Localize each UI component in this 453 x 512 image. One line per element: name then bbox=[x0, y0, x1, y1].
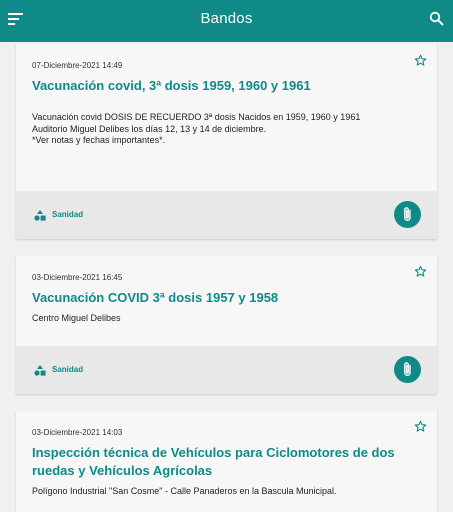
card-description: Vacunación covid DOSIS DE RECUERDO 3ª do… bbox=[32, 112, 397, 147]
category-shapes-icon bbox=[34, 210, 46, 221]
search-icon[interactable] bbox=[429, 11, 444, 26]
card-title-line: ruedas y Vehículos Agrícolas bbox=[32, 463, 213, 478]
description-line: Auditorio Miguel Delibes los días 12, 13… bbox=[32, 123, 267, 134]
paperclip-icon bbox=[404, 207, 411, 221]
card-date: 07-Diciembre-2021 14:49 bbox=[32, 61, 123, 70]
description-line: Vacunación covid DOSIS DE RECUERDO 3ª do… bbox=[32, 112, 361, 122]
paperclip-icon bbox=[404, 362, 411, 376]
card-description: Centro Miguel Delibes bbox=[32, 313, 397, 325]
star-outline-icon[interactable] bbox=[414, 420, 427, 433]
bando-card[interactable]: 07-Diciembre-2021 14:49 Vacunación covid… bbox=[16, 44, 437, 239]
category-label: Sanidad bbox=[52, 210, 84, 219]
bando-card[interactable]: 03-Diciembre-2021 16:45 Vacunación COVID… bbox=[16, 256, 437, 394]
star-outline-icon[interactable] bbox=[414, 265, 427, 278]
card-description: Polígono Industrial "San Cosme" - Calle … bbox=[32, 486, 397, 498]
card-date: 03-Diciembre-2021 16:45 bbox=[32, 273, 123, 282]
description-line: Centro Miguel Delibes bbox=[32, 313, 121, 323]
card-footer: Sanidad bbox=[16, 191, 437, 239]
bando-card[interactable]: 03-Diciembre-2021 14:03 Inspección técni… bbox=[16, 411, 437, 512]
card-title[interactable]: Vacunación COVID 3ª dosis 1957 y 1958 bbox=[32, 289, 397, 307]
attachment-button[interactable] bbox=[394, 356, 421, 383]
card-footer: Sanidad bbox=[16, 346, 437, 394]
card-title[interactable]: Inspección técnica de Vehículos para Cic… bbox=[32, 444, 397, 480]
description-line: *Ver notas y fechas importantes*. bbox=[32, 135, 166, 145]
card-title[interactable]: Vacunación covid, 3ª dosis 1959, 1960 y … bbox=[32, 77, 397, 95]
card-title-line: Inspección técnica de Vehículos para Cic… bbox=[32, 445, 395, 460]
attachment-button[interactable] bbox=[394, 201, 421, 228]
star-outline-icon[interactable] bbox=[414, 54, 427, 67]
category-shapes-icon bbox=[34, 365, 46, 376]
description-line: Polígono Industrial "San Cosme" - Calle … bbox=[32, 486, 337, 496]
page-title: Bandos bbox=[200, 10, 253, 27]
app-bar: Bandos bbox=[0, 0, 453, 42]
card-date: 03-Diciembre-2021 14:03 bbox=[32, 428, 123, 437]
category-label: Sanidad bbox=[52, 365, 84, 374]
